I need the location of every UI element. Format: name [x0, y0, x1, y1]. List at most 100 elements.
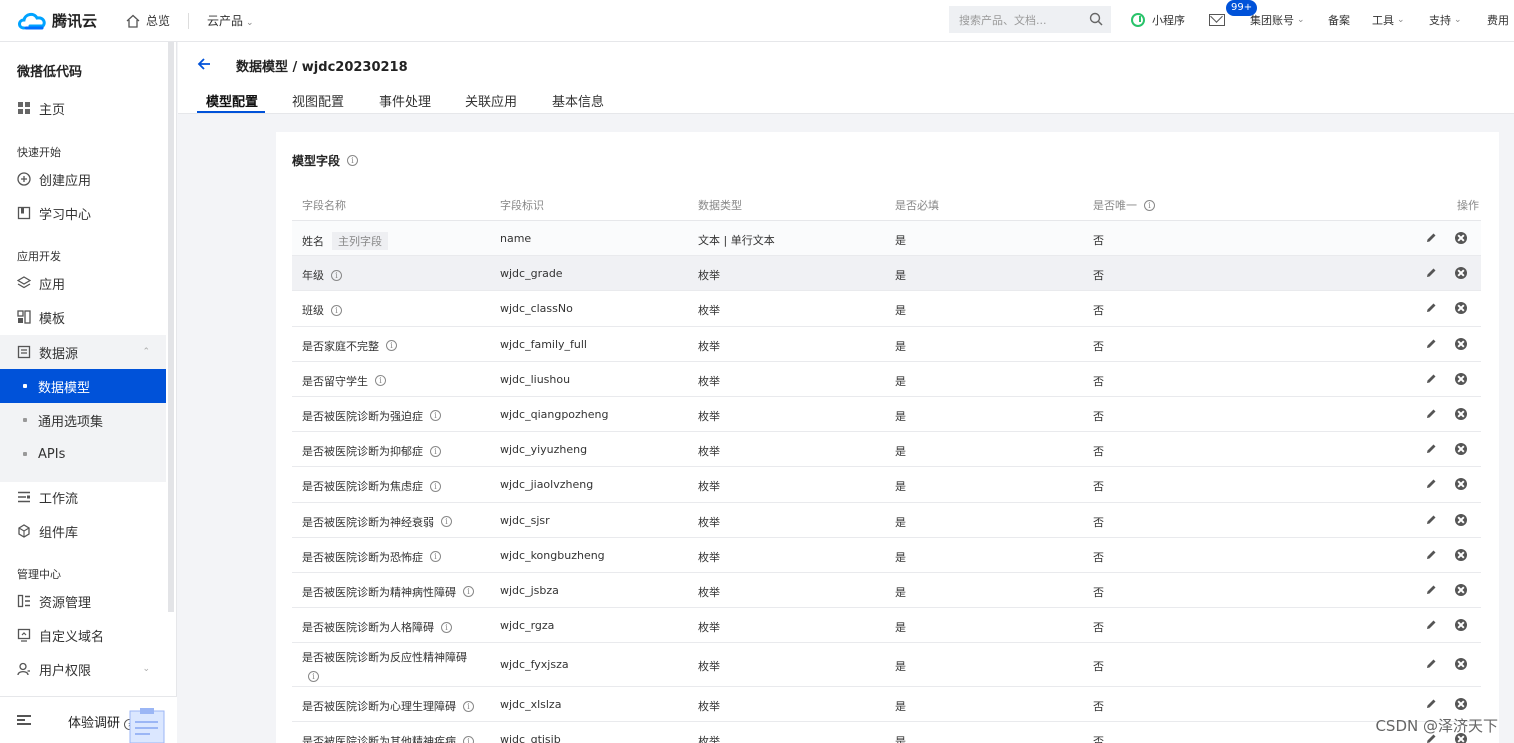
sidebar-item-templates[interactable]: 模板	[0, 300, 166, 334]
edit-icon[interactable]	[1425, 267, 1437, 279]
delete-icon[interactable]	[1455, 232, 1467, 244]
sidebar-item-workflow[interactable]: 工作流	[0, 480, 166, 514]
sidebar-item-resources[interactable]: 资源管理	[0, 584, 166, 618]
delete-icon[interactable]	[1455, 513, 1467, 526]
info-icon[interactable]: i	[441, 621, 452, 633]
cell-data-type: 枚举	[698, 660, 720, 674]
info-icon[interactable]: i	[430, 445, 441, 457]
sidebar-subitem-data-model[interactable]: 数据模型	[0, 369, 166, 403]
delete-icon[interactable]	[1455, 267, 1467, 280]
table-row[interactable]: 是否被医院诊断为抑郁症 i wjdc_yiyuzheng 枚举 是 否	[292, 432, 1481, 468]
cell-data-type: 枚举	[698, 409, 720, 423]
info-icon[interactable]: i	[441, 516, 452, 527]
tab-view-config[interactable]: 视图配置	[292, 91, 344, 110]
delete-icon[interactable]	[1455, 548, 1467, 561]
sidebar-item-permissions[interactable]: 用户权限 ⌄	[0, 652, 166, 686]
table-row[interactable]: 是否留守学生 i wjdc_liushou 枚举 是 否	[292, 362, 1481, 397]
edit-icon[interactable]	[1425, 232, 1437, 244]
table-row[interactable]: 是否被医院诊断为恐怖症 i wjdc_kongbuzheng 枚举 是 否	[292, 538, 1481, 573]
account-menu[interactable]: 集团账号 ⌄	[1250, 12, 1305, 28]
cell-required: 是	[895, 374, 906, 388]
info-icon[interactable]: i	[430, 551, 441, 563]
table-row[interactable]: 是否被医院诊断为神经衰弱 i wjdc_sjsr 枚举 是 否	[292, 503, 1481, 538]
sidebar-item-create-app[interactable]: 创建应用	[0, 162, 166, 196]
table-row[interactable]: 年级 i wjdc_grade 枚举 是 否	[292, 256, 1481, 292]
table-row[interactable]: 是否被医院诊断为人格障碍 i wjdc_rgza 枚举 是 否	[292, 608, 1481, 644]
info-icon[interactable]: i	[463, 700, 474, 712]
table-row[interactable]: 是否家庭不完整 i wjdc_family_full 枚举 是 否	[292, 327, 1481, 362]
table-row[interactable]: 班级 i wjdc_classNo 枚举 是 否	[292, 291, 1481, 327]
tab-linked-apps[interactable]: 关联应用	[465, 91, 517, 110]
info-icon[interactable]: i	[430, 410, 441, 422]
info-icon[interactable]: i	[331, 269, 342, 281]
edit-icon[interactable]	[1425, 443, 1437, 455]
sidebar-item-custom-domain[interactable]: 自定义域名	[0, 618, 166, 652]
edit-icon[interactable]	[1425, 698, 1437, 710]
delete-icon[interactable]	[1455, 372, 1467, 385]
search-input[interactable]: 搜索产品、文档...	[949, 6, 1111, 33]
tab-event-handling[interactable]: 事件处理	[379, 91, 431, 110]
edit-icon[interactable]	[1425, 514, 1437, 526]
info-icon[interactable]: i	[375, 375, 386, 387]
delete-icon[interactable]	[1455, 698, 1467, 711]
delete-icon[interactable]	[1455, 443, 1467, 456]
cell-required: 是	[895, 269, 906, 283]
delete-icon[interactable]	[1455, 658, 1467, 671]
edit-icon[interactable]	[1425, 658, 1437, 670]
table-row[interactable]: 是否被医院诊断为反应性精神障碍 i wjdc_fyxjsza 枚举 是 否	[292, 643, 1481, 688]
edit-icon[interactable]	[1425, 338, 1437, 350]
edit-icon[interactable]	[1425, 478, 1437, 490]
table-row[interactable]: 是否被医院诊断为焦虑症 i wjdc_jiaolvzheng 枚举 是 否	[292, 467, 1481, 503]
sidebar-item-apps[interactable]: 应用	[0, 266, 166, 300]
back-arrow-icon[interactable]	[196, 56, 212, 72]
sidebar-subitem-apis[interactable]: APIs	[0, 437, 166, 471]
nav-cloud-products[interactable]: 云产品 ⌄	[207, 12, 254, 29]
delete-icon[interactable]	[1455, 583, 1467, 596]
brand-logo[interactable]: 腾讯云	[16, 10, 116, 32]
mini-program-link[interactable]: 小程序	[1131, 12, 1185, 28]
edit-icon[interactable]	[1425, 408, 1437, 420]
info-icon[interactable]: i	[463, 735, 474, 743]
info-icon[interactable]: i	[1144, 199, 1155, 211]
sidebar-item-home[interactable]: 主页	[0, 91, 166, 125]
delete-icon[interactable]	[1455, 407, 1467, 420]
nav-overview[interactable]: 总览	[126, 12, 170, 29]
sidebar-scrollbar[interactable]	[168, 42, 174, 612]
billing-menu[interactable]: 费用	[1487, 12, 1509, 28]
delete-icon[interactable]	[1455, 478, 1467, 491]
sidebar-item-datasource[interactable]: 数据源 ⌃	[0, 335, 166, 369]
mail-button[interactable]	[1209, 14, 1225, 26]
edit-icon[interactable]	[1425, 584, 1437, 596]
cell-field-key: wjdc_rgza	[500, 619, 555, 633]
table-row[interactable]: 姓名 主列字段 name 文本 | 单行文本 是 否	[292, 221, 1481, 257]
delete-icon[interactable]	[1455, 302, 1467, 315]
support-menu[interactable]: 支持 ⌄	[1429, 12, 1462, 28]
table-row[interactable]: 是否被医院诊断为精神病性障碍 i wjdc_jsbza 枚举 是 否	[292, 573, 1481, 609]
delete-icon[interactable]	[1455, 337, 1467, 350]
info-icon[interactable]: i	[308, 671, 319, 683]
info-icon[interactable]: i	[463, 586, 474, 598]
table-row[interactable]: 是否被医院诊断为其他精神疾病 i wjdc_qtjsjb 枚举 是 否	[292, 722, 1481, 743]
record-link[interactable]: 备案	[1328, 12, 1350, 28]
info-icon[interactable]: i	[331, 304, 342, 316]
tab-basic-info[interactable]: 基本信息	[552, 91, 604, 110]
info-icon[interactable]: i	[430, 480, 441, 492]
table-row[interactable]: 是否被医院诊断为强迫症 i wjdc_qiangpozheng 枚举 是 否	[292, 397, 1481, 433]
search-icon[interactable]	[1089, 12, 1103, 26]
delete-icon[interactable]	[1455, 619, 1467, 632]
info-icon[interactable]: i	[347, 155, 359, 166]
edit-icon[interactable]	[1425, 373, 1437, 385]
sidebar-subitem-option-sets[interactable]: 通用选项集	[0, 403, 166, 437]
cell-field-key: wjdc_classNo	[500, 302, 573, 316]
edit-icon[interactable]	[1425, 549, 1437, 561]
table-row[interactable]: 是否被医院诊断为心理生理障碍 i wjdc_xlslza 枚举 是 否	[292, 687, 1481, 723]
edit-icon[interactable]	[1425, 302, 1437, 314]
sidebar-item-components[interactable]: 组件库	[0, 514, 166, 548]
collapse-menu-icon[interactable]	[17, 715, 31, 725]
tab-model-config[interactable]: 模型配置	[206, 91, 258, 110]
edit-icon[interactable]	[1425, 619, 1437, 631]
account-label: 集团账号	[1250, 14, 1294, 27]
tools-menu[interactable]: 工具 ⌄	[1372, 12, 1405, 28]
info-icon[interactable]: i	[386, 340, 397, 352]
sidebar-item-learning[interactable]: 学习中心	[0, 196, 166, 230]
